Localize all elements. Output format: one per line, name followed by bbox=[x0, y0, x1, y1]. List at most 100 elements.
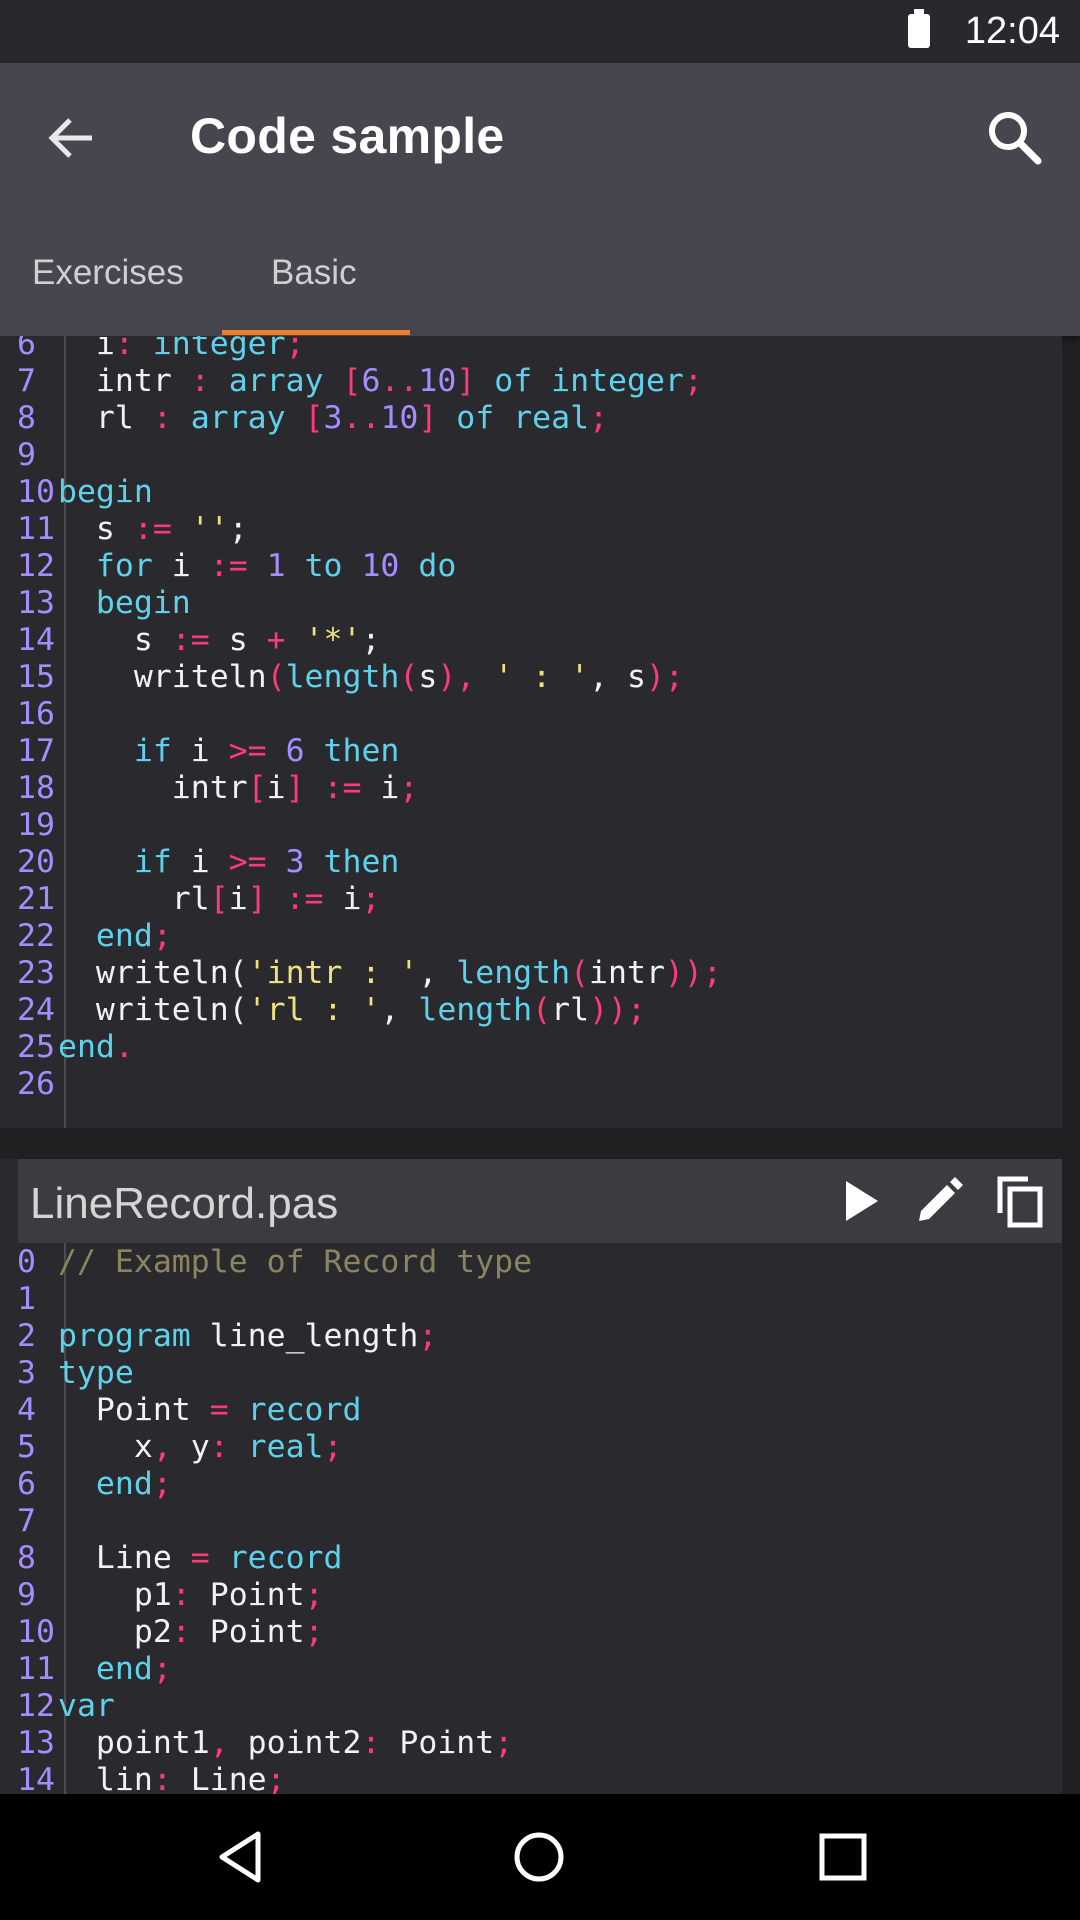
line-number: 26 bbox=[17, 1066, 55, 1102]
code-text: s := s + '*'; bbox=[58, 622, 381, 658]
tab-basic[interactable]: Basic bbox=[271, 253, 357, 293]
line-number: 10 bbox=[17, 474, 55, 510]
page-title: Code sample bbox=[190, 108, 505, 164]
code-token: ] bbox=[456, 363, 476, 399]
code-token: if bbox=[58, 733, 172, 769]
code-line: 11 end; bbox=[0, 1651, 172, 1688]
code-token: i bbox=[171, 733, 229, 769]
code-block: LineRecord.pas 0// Example of Record typ… bbox=[0, 1159, 1062, 1794]
code-token: length bbox=[456, 955, 571, 991]
code-line: 13 begin bbox=[0, 585, 191, 622]
code-token: end bbox=[58, 1029, 115, 1065]
code-block: 6 i: integer; 7 intr : array [6..10] of i… bbox=[0, 336, 1062, 1128]
code-token: i bbox=[323, 881, 362, 917]
line-number: 0 bbox=[17, 1244, 36, 1280]
code-text: s := ''; bbox=[58, 511, 248, 547]
code-token: s bbox=[418, 659, 438, 695]
code-token: )); bbox=[589, 992, 646, 1028]
circle-home-icon bbox=[514, 1832, 564, 1882]
code-token: ), bbox=[437, 659, 476, 695]
code-text: Point = record bbox=[58, 1392, 362, 1428]
code-token: := bbox=[209, 548, 248, 584]
search-button[interactable] bbox=[980, 103, 1050, 173]
code-token: : bbox=[209, 1429, 229, 1465]
app-bar: Code sample Exercises Basic bbox=[0, 63, 1080, 336]
tab-exercises[interactable]: Exercises bbox=[32, 253, 184, 293]
code-token: program bbox=[58, 1318, 191, 1354]
code-text: lin: Line; bbox=[58, 1762, 286, 1794]
line-number: 13 bbox=[17, 1725, 55, 1761]
code-token: writeln( bbox=[58, 955, 248, 991]
code-token: integer bbox=[133, 336, 286, 362]
code-token: .. bbox=[342, 400, 381, 436]
code-token: ; bbox=[418, 1318, 438, 1354]
line-number: 7 bbox=[17, 363, 36, 399]
code-line: 12 for i := 1 to 10 do bbox=[0, 548, 456, 585]
code-line: 3 type bbox=[0, 1355, 134, 1392]
line-number: 1 bbox=[17, 1281, 36, 1317]
code-token: record bbox=[209, 1540, 343, 1576]
code-token: ] bbox=[285, 770, 305, 806]
code-token: intr bbox=[58, 770, 248, 806]
code-line: 7 bbox=[0, 1503, 58, 1540]
code-token: i bbox=[228, 881, 248, 917]
edit-button[interactable] bbox=[911, 1173, 967, 1229]
file-header: LineRecord.pas bbox=[18, 1159, 1062, 1243]
nav-home-button[interactable] bbox=[506, 1824, 572, 1890]
code-scroll-area[interactable]: 6 i: integer; 7 intr : array [6..10] of i… bbox=[0, 336, 1080, 1794]
line-number: 13 bbox=[17, 585, 55, 621]
code-line: 19 bbox=[0, 807, 58, 844]
code-token: ; bbox=[399, 770, 419, 806]
copy-icon bbox=[997, 1176, 1043, 1228]
search-icon bbox=[989, 112, 1042, 165]
line-number: 5 bbox=[17, 1429, 36, 1465]
square-recents-icon bbox=[819, 1833, 867, 1881]
code-token: point1 bbox=[58, 1725, 210, 1761]
line-number: 8 bbox=[17, 1540, 36, 1576]
code-token: Point bbox=[190, 1577, 305, 1613]
nav-recents-button[interactable] bbox=[810, 1824, 876, 1890]
code-token: length bbox=[418, 992, 533, 1028]
code-token: , bbox=[209, 1725, 229, 1761]
code-text: x, y: real; bbox=[58, 1429, 343, 1465]
code-token: 3 bbox=[323, 400, 343, 436]
code-token: i bbox=[58, 336, 115, 362]
run-button[interactable] bbox=[832, 1173, 888, 1229]
code-line: 11 s := ''; bbox=[0, 511, 248, 548]
code-text: Line = record bbox=[58, 1540, 343, 1576]
navigation-bar bbox=[0, 1794, 1080, 1920]
code-text: intr[i] := i; bbox=[58, 770, 419, 806]
code-token: 10 bbox=[418, 363, 457, 399]
code-token: ( bbox=[570, 955, 590, 991]
line-number: 9 bbox=[17, 1577, 36, 1613]
back-button[interactable] bbox=[40, 105, 106, 171]
code-token: ); bbox=[645, 659, 684, 695]
code-token: i bbox=[361, 770, 400, 806]
code-token: 10 bbox=[380, 400, 419, 436]
code-text: end; bbox=[58, 1651, 172, 1687]
code-token: end bbox=[58, 1466, 153, 1502]
code-token: 'rl : ' bbox=[247, 992, 381, 1028]
line-number: 7 bbox=[17, 1503, 36, 1539]
code-line: 6 end; bbox=[0, 1466, 172, 1503]
code-line: 10begin bbox=[0, 474, 153, 511]
code-line: 14 lin: Line; bbox=[0, 1762, 286, 1794]
code-token: ; bbox=[361, 881, 381, 917]
code-token: : bbox=[114, 336, 134, 362]
code-text: program line_length; bbox=[58, 1318, 437, 1354]
file-name: LineRecord.pas bbox=[30, 1179, 339, 1228]
code-text: type bbox=[58, 1355, 134, 1391]
code-token: intr bbox=[58, 363, 191, 399]
code-token: s bbox=[209, 622, 267, 658]
copy-button[interactable] bbox=[990, 1173, 1046, 1229]
code-token: )); bbox=[664, 955, 722, 991]
code-token: var bbox=[58, 1688, 115, 1724]
code-text: begin bbox=[58, 585, 191, 621]
code-token: for bbox=[58, 548, 153, 584]
code-token: p1 bbox=[58, 1577, 172, 1613]
nav-back-button[interactable] bbox=[208, 1824, 274, 1890]
code-line: 8 Line = record bbox=[0, 1540, 343, 1577]
